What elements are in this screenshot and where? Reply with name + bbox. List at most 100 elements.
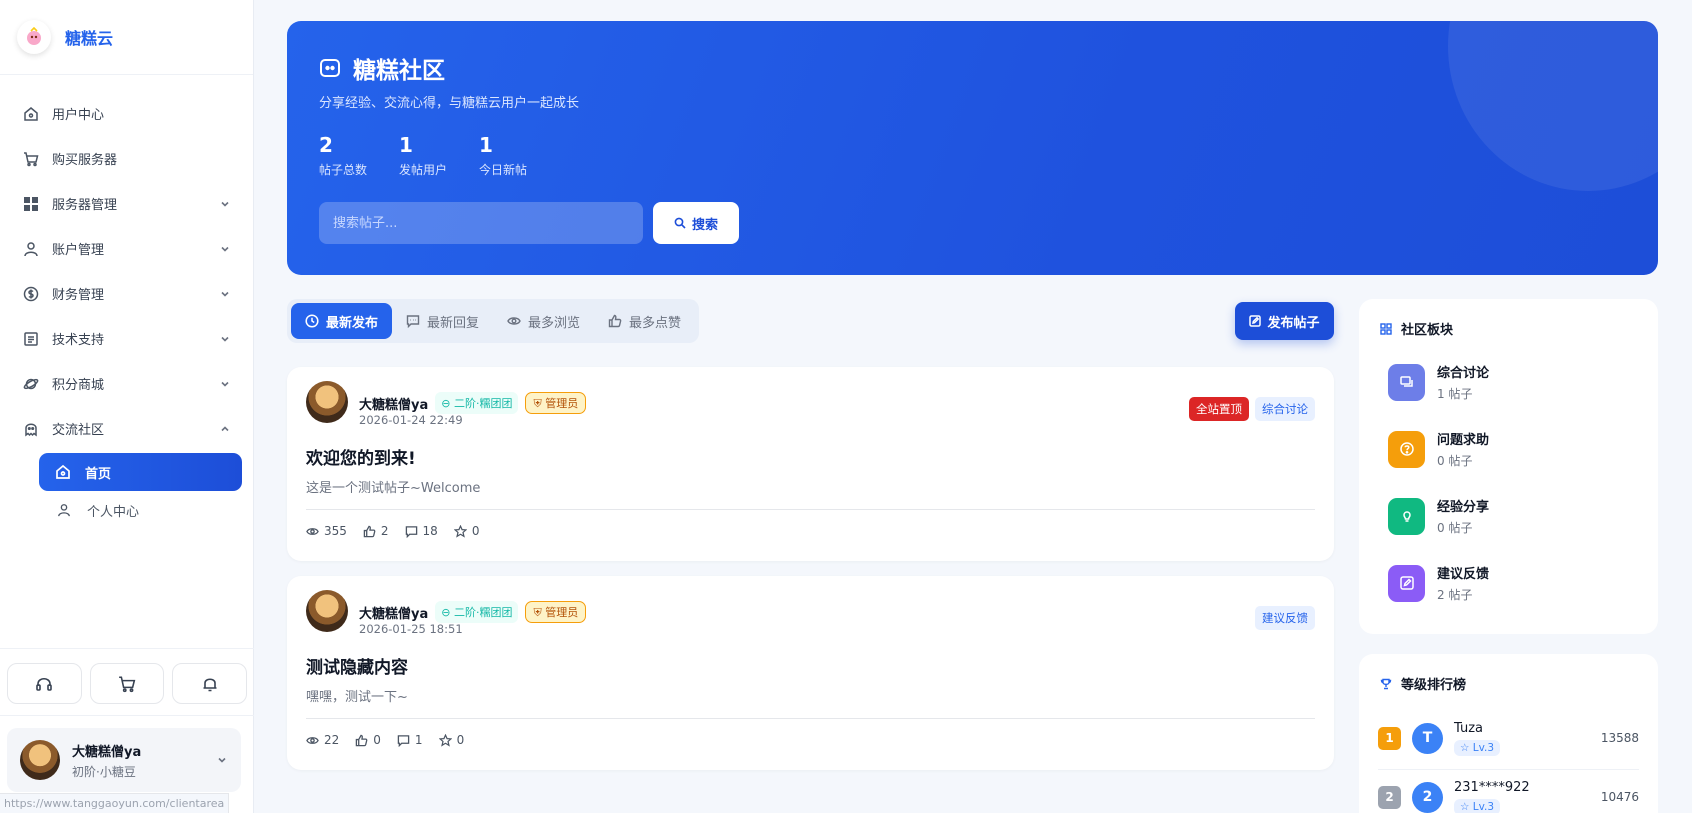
rank-user: 231****922 ☆ Lv.3 [1454,780,1530,813]
eye-icon [306,525,319,538]
likes-stat[interactable]: 0 [355,733,381,747]
rank-level: ☆ Lv.3 [1454,739,1501,756]
subnav-item-label: 个人中心 [87,504,140,520]
favorites-count: 0 [456,733,465,747]
page-subtitle: 分享经验、交流心得，与糖糕云用户一起成长 [319,96,580,111]
ranking-title-text: 等级排行榜 [1401,678,1467,693]
nav-item-tech-support[interactable]: 技术支持 [0,316,253,361]
home-icon [55,464,71,480]
comments-stat[interactable]: 18 [405,524,438,538]
post-badges: 全站置顶 综合讨论 [1189,397,1315,421]
board-name: 建议反馈 [1437,567,1490,582]
nav-item-points-mall[interactable]: 积分商城 [0,361,253,406]
board-general[interactable]: 综合讨论 1 帖子 [1388,362,1489,402]
favorites-count: 0 [471,524,480,538]
chevron-down-icon [219,378,231,390]
brand-name[interactable]: 糖糕云 [65,25,113,49]
comments-count: 1 [414,733,423,747]
avatar: 2 [1412,781,1443,813]
stat-value: 1 [399,133,413,157]
notifications-button[interactable] [172,663,248,704]
board-info: 建议反馈 2 帖子 [1437,563,1489,603]
new-post-label: 发布帖子 [1267,315,1320,331]
eye-icon [306,734,319,747]
category-badge[interactable]: 综合讨论 [1255,397,1315,421]
thumbs-up-icon [608,314,622,328]
ghost-icon [22,420,40,438]
tab-most-viewed[interactable]: 最多浏览 [493,303,594,339]
likes-stat[interactable]: 2 [363,524,389,538]
board-help[interactable]: 问题求助 0 帖子 [1388,429,1489,469]
nav-item-buy-server[interactable]: 购买服务器 [0,136,253,181]
trophy-icon [1380,678,1392,690]
planet-icon [22,375,40,393]
views-count: 355 [324,524,347,538]
user-icon [57,503,71,517]
nav-item-server-management[interactable]: 服务器管理 [0,181,253,226]
quick-actions [0,648,254,716]
nav-item-account-management[interactable]: 账户管理 [0,226,253,271]
favorites-stat[interactable]: 0 [453,524,480,538]
stat-posting-users: 1 发帖用户 [399,133,447,178]
dollar-icon [22,285,40,303]
board-count: 0 帖子 [1437,454,1473,468]
favorites-stat[interactable]: 0 [438,733,465,747]
community-hero: 糖糕社区 分享经验、交流心得，与糖糕云用户一起成长 2 帖子总数 1 发帖用户 … [287,21,1658,275]
avatar[interactable] [306,381,348,423]
post-card[interactable]: 大糖糕僧ya ⊖ 二阶·糯团团 ⛨ 管理员 2026-01-24 22:49 全… [287,367,1334,561]
search-input[interactable] [319,202,643,244]
board-feedback[interactable]: 建议反馈 2 帖子 [1388,563,1489,603]
board-experience[interactable]: 经验分享 0 帖子 [1388,496,1489,536]
brand-logo-icon[interactable] [17,20,51,54]
current-user-card[interactable]: 大糖糕僧ya 初阶·小糖豆 [7,728,241,792]
views-count: 22 [324,733,340,747]
user-info: 大糖糕僧ya 初阶·小糖豆 [72,741,141,780]
chevron-down-icon [219,198,231,210]
chevron-down-icon [219,288,231,300]
likes-count: 2 [380,524,389,538]
subnav-item-home[interactable]: 首页 [39,453,242,491]
search-button[interactable]: 搜索 [653,202,739,244]
board-count: 2 帖子 [1437,588,1473,602]
star-icon [453,524,467,538]
category-badge[interactable]: 建议反馈 [1255,606,1315,630]
ranking-row[interactable]: 1 T Tuza ☆ Lv.3 13588 [1378,711,1639,765]
level-text: 二阶·糯团团 [453,606,513,619]
question-icon [1388,430,1425,468]
stat-value: 2 [319,133,333,157]
author-name[interactable]: 大糖糕僧ya [359,603,428,622]
tab-latest[interactable]: 最新发布 [291,303,393,339]
chevron-down-icon[interactable] [216,754,228,766]
new-post-button[interactable]: 发布帖子 [1235,302,1334,340]
nav-item-user-center[interactable]: 用户中心 [0,91,253,136]
user-icon [22,240,40,258]
lightbulb-icon [1388,497,1425,535]
avatar[interactable] [306,590,348,632]
author-name[interactable]: 大糖糕僧ya [359,394,428,413]
ranking-card: 等级排行榜 1 T Tuza ☆ Lv.3 13588 2 2 231****9… [1359,654,1658,813]
nav-item-community[interactable]: 交流社区 [0,406,253,451]
post-stats: 355 2 18 0 [306,524,479,538]
bell-icon [201,675,219,693]
post-card[interactable]: 大糖糕僧ya ⊖ 二阶·糯团团 ⛨ 管理员 2026-01-25 18:51 建… [287,576,1334,770]
support-button[interactable] [7,663,82,704]
community-stats: 2 帖子总数 1 发帖用户 1 今日新帖 [319,133,559,178]
edit-icon [1388,564,1425,602]
tab-latest-reply[interactable]: 最新回复 [392,303,493,339]
apps-icon [1380,322,1392,335]
ranking-row[interactable]: 2 2 231****922 ☆ Lv.3 10476 [1378,770,1639,813]
sort-tabs: 最新发布 最新回复 最多浏览 最多点赞 [287,299,700,343]
post-title[interactable]: 测试隐藏内容 [306,653,408,678]
stat-label: 发帖用户 [399,163,448,177]
status-bar-url: https://www.tanggaoyun.com/clientarea [0,793,230,813]
cart-button[interactable] [89,663,165,704]
tab-most-liked[interactable]: 最多点赞 [594,303,695,339]
comments-stat[interactable]: 1 [397,733,423,747]
grid-icon [22,195,40,213]
nav-item-finance[interactable]: 财务管理 [0,271,253,316]
search-icon [674,217,686,229]
post-title[interactable]: 欢迎您的到来! [306,444,416,469]
chevron-down-icon [219,333,231,345]
subnav-item-profile[interactable]: 个人中心 [39,491,242,529]
sidebar: 糖糕云 用户中心 购买服务器 服务器管理 账户管理 财务管理 技术支持 积分商城… [0,0,254,813]
